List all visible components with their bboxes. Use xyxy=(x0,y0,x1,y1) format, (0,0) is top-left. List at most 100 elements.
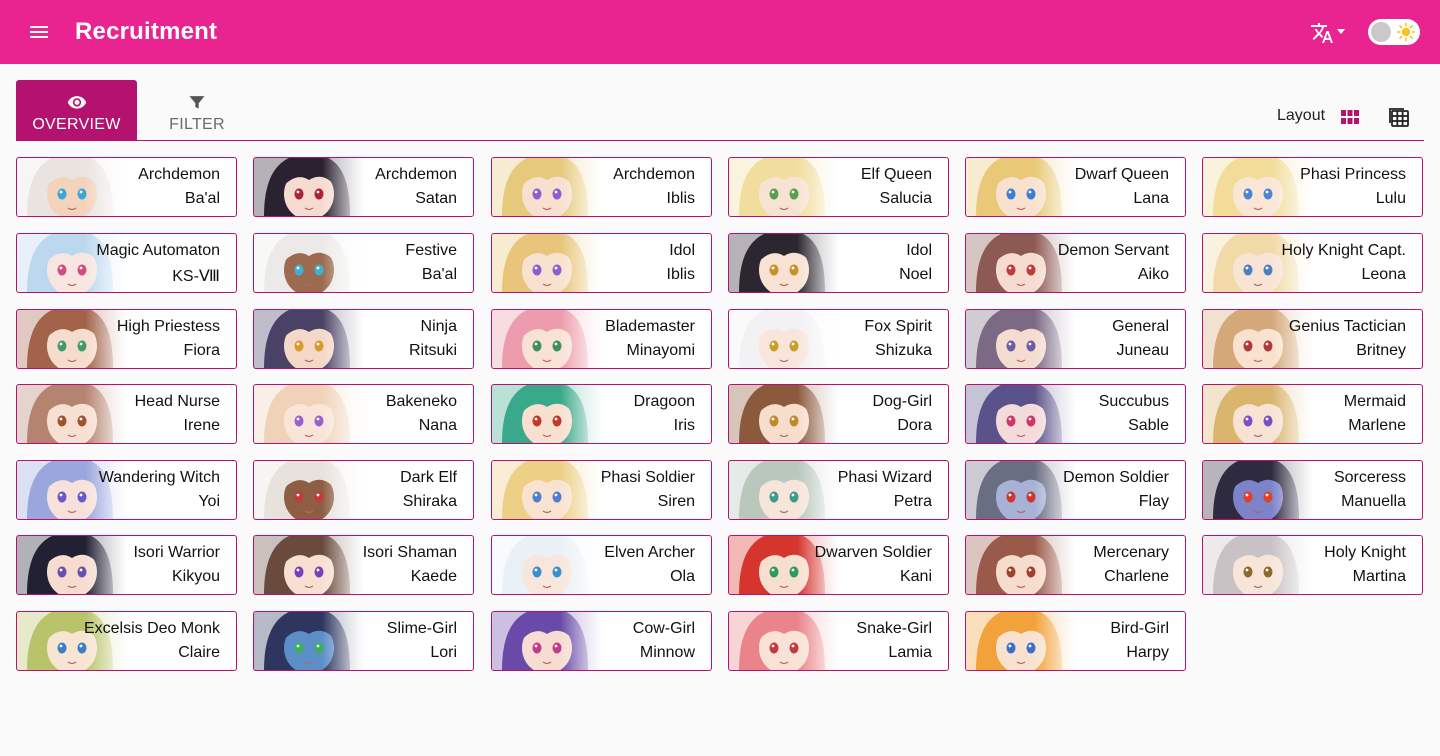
portrait-image xyxy=(966,385,1076,443)
character-portrait xyxy=(254,385,364,443)
character-portrait xyxy=(17,310,127,368)
grid-view-button[interactable] xyxy=(1338,105,1362,129)
character-card[interactable]: Mercenary Charlene xyxy=(965,535,1186,595)
portrait-image xyxy=(492,461,602,519)
tab-overview[interactable]: OVERVIEW xyxy=(16,80,137,140)
character-card[interactable]: Holy Knight Capt. Leona xyxy=(1202,233,1423,293)
portrait-image xyxy=(254,536,364,594)
character-title: Bird-Girl xyxy=(1110,620,1169,637)
character-card[interactable]: Succubus Sable xyxy=(965,384,1186,444)
character-name: Ba'al xyxy=(421,266,457,283)
character-name: KS-Ⅷ xyxy=(172,268,220,285)
character-card[interactable]: Demon Servant Aiko xyxy=(965,233,1186,293)
portrait-image xyxy=(1203,158,1313,216)
character-title: Demon Servant xyxy=(1057,242,1169,259)
character-card[interactable]: Dragoon Iris xyxy=(491,384,712,444)
character-card[interactable]: Slime-Girl Lori xyxy=(253,611,474,671)
character-portrait xyxy=(492,310,602,368)
portrait-image xyxy=(729,310,839,368)
character-title: Slime-Girl xyxy=(386,620,457,637)
character-card[interactable]: Archdemon Satan xyxy=(253,157,474,217)
character-name: Irene xyxy=(183,417,220,434)
portrait-image xyxy=(966,612,1076,670)
portrait-image xyxy=(254,612,364,670)
character-name: Minnow xyxy=(639,644,695,661)
character-title: Isori Warrior xyxy=(133,544,220,561)
character-title: Wandering Witch xyxy=(98,469,220,486)
character-portrait xyxy=(966,612,1076,670)
translate-icon xyxy=(1311,23,1333,43)
character-card[interactable]: Holy Knight Martina xyxy=(1202,535,1423,595)
character-card[interactable]: Cow-Girl Minnow xyxy=(491,611,712,671)
character-name: Manuella xyxy=(1341,493,1406,510)
character-title: Phasi Wizard xyxy=(837,469,932,486)
character-card[interactable]: Ninja Ritsuki xyxy=(253,309,474,369)
character-card[interactable]: Dwarven Soldier Kani xyxy=(728,535,949,595)
character-card[interactable]: Sorceress Manuella xyxy=(1202,460,1423,520)
character-card[interactable]: Dog-Girl Dora xyxy=(728,384,949,444)
portrait-image xyxy=(1203,536,1313,594)
character-card[interactable]: Snake-Girl Lamia xyxy=(728,611,949,671)
table-view-button[interactable] xyxy=(1387,105,1411,129)
character-title: Cow-Girl xyxy=(632,620,695,637)
character-card[interactable]: Elven Archer Ola xyxy=(491,535,712,595)
character-portrait xyxy=(729,234,839,292)
character-title: Genius Tactician xyxy=(1288,318,1406,335)
character-card[interactable]: Dwarf Queen Lana xyxy=(965,157,1186,217)
character-card[interactable]: Bird-Girl Harpy xyxy=(965,611,1186,671)
character-name: Aiko xyxy=(1137,266,1169,283)
character-title: Archdemon xyxy=(375,166,457,183)
character-title: Idol xyxy=(906,242,932,259)
character-title: Elf Queen xyxy=(860,166,932,183)
portrait-image xyxy=(254,310,364,368)
character-name: Noel xyxy=(899,266,932,283)
character-card[interactable]: General Juneau xyxy=(965,309,1186,369)
character-name: Lamia xyxy=(888,644,932,661)
character-card[interactable]: Magic Automaton KS-Ⅷ xyxy=(16,233,237,293)
character-card[interactable]: Excelsis Deo Monk Claire xyxy=(16,611,237,671)
character-portrait xyxy=(1203,461,1313,519)
portrait-image xyxy=(729,158,839,216)
character-card[interactable]: Bakeneko Nana xyxy=(253,384,474,444)
tab-filter[interactable]: FILTER xyxy=(137,80,257,140)
character-card[interactable]: Fox Spirit Shizuka xyxy=(728,309,949,369)
page-title: Recruitment xyxy=(75,18,218,45)
character-card[interactable]: Idol Iblis xyxy=(491,233,712,293)
menu-button[interactable] xyxy=(22,17,56,47)
character-title: Blademaster xyxy=(605,318,695,335)
character-portrait xyxy=(254,536,364,594)
character-card[interactable]: Phasi Princess Lulu xyxy=(1202,157,1423,217)
portrait-image xyxy=(17,158,127,216)
character-card[interactable]: High Priestess Fiora xyxy=(16,309,237,369)
character-portrait xyxy=(17,536,127,594)
character-card[interactable]: Festive Ba'al xyxy=(253,233,474,293)
character-card[interactable]: Archdemon Ba'al xyxy=(16,157,237,217)
character-card[interactable]: Elf Queen Salucia xyxy=(728,157,949,217)
character-title: Dwarven Soldier xyxy=(814,544,932,561)
language-button[interactable] xyxy=(1310,18,1352,48)
character-name: Siren xyxy=(657,493,695,510)
portrait-image xyxy=(492,234,602,292)
theme-toggle[interactable] xyxy=(1368,19,1420,45)
character-card[interactable]: Genius Tactician Britney xyxy=(1202,309,1423,369)
character-card[interactable]: Phasi Wizard Petra xyxy=(728,460,949,520)
character-card[interactable]: Blademaster Minayomi xyxy=(491,309,712,369)
character-title: Mermaid xyxy=(1343,393,1406,410)
character-card[interactable]: Phasi Soldier Siren xyxy=(491,460,712,520)
character-name: Shizuka xyxy=(875,342,932,359)
character-card[interactable]: Archdemon Iblis xyxy=(491,157,712,217)
character-card[interactable]: Dark Elf Shiraka xyxy=(253,460,474,520)
character-title: Holy Knight Capt. xyxy=(1281,242,1406,259)
character-card[interactable]: Wandering Witch Yoi xyxy=(16,460,237,520)
character-portrait xyxy=(966,158,1076,216)
portrait-image xyxy=(729,612,839,670)
character-title: Holy Knight xyxy=(1324,544,1406,561)
character-card[interactable]: Mermaid Marlene xyxy=(1202,384,1423,444)
character-card[interactable]: Isori Warrior Kikyou xyxy=(16,535,237,595)
sun-icon xyxy=(1396,22,1416,42)
character-card[interactable]: Isori Shaman Kaede xyxy=(253,535,474,595)
character-card[interactable]: Head Nurse Irene xyxy=(16,384,237,444)
character-card[interactable]: Demon Soldier Flay xyxy=(965,460,1186,520)
character-name: Ola xyxy=(670,568,695,585)
character-card[interactable]: Idol Noel xyxy=(728,233,949,293)
